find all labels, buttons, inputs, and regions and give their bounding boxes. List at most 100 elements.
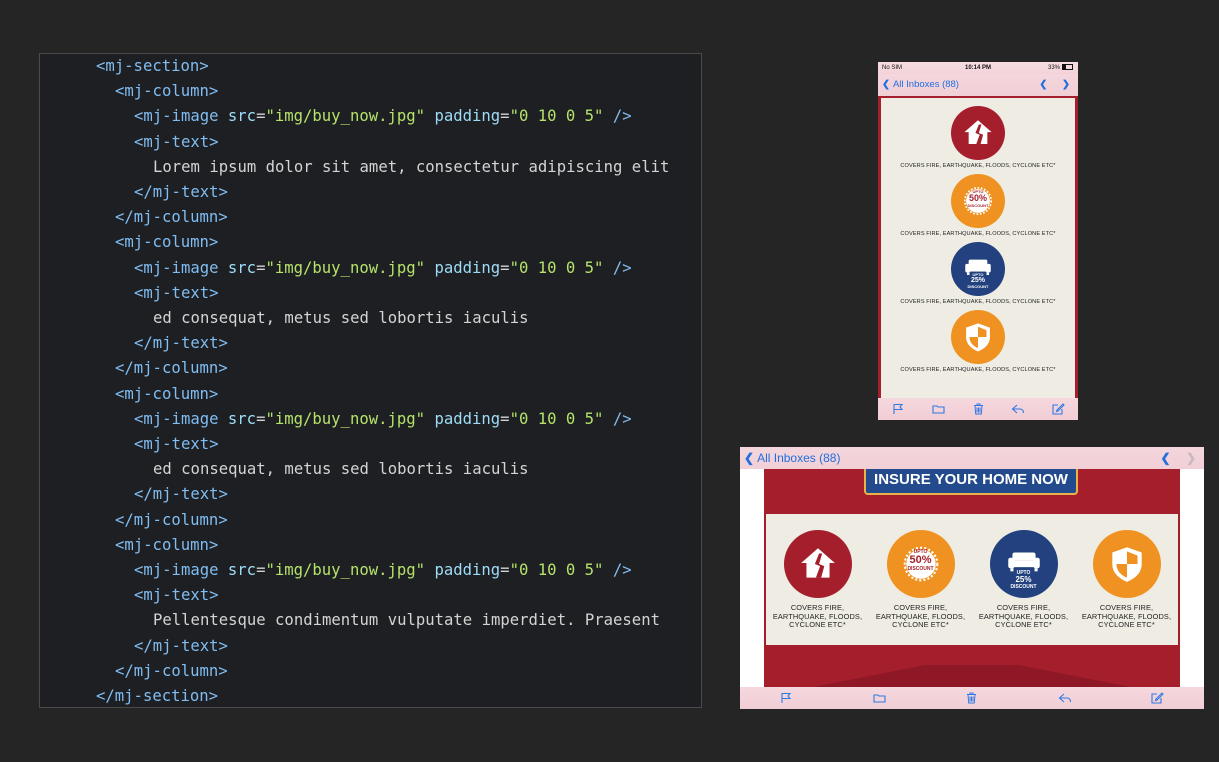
code-tag: <mj-image: [134, 409, 219, 428]
discount-suffix: DISCOUNT: [967, 203, 989, 208]
code-tag: />: [612, 561, 632, 579]
code-attribute: src: [227, 258, 257, 277]
code-string: "0 10 0 5": [509, 409, 604, 428]
shield-icon: [1092, 530, 1161, 598]
flag-icon[interactable]: [891, 402, 905, 416]
code-string: "img/buy_now.jpg": [265, 258, 426, 277]
caption-line: CYCLONE ETC*: [789, 620, 846, 629]
back-to-inboxes-button[interactable]: ❮ All Inboxes (88): [882, 74, 959, 96]
discount-suffix: DISCOUNT: [907, 566, 934, 572]
feature-caption: COVERS FIRE, EARTHQUAKE, FLOODS, CYCLONE…: [900, 367, 1056, 373]
trash-icon[interactable]: [971, 402, 985, 416]
code-line: <mj-text>: [134, 583, 219, 608]
mail-nav-bar: ❮ All Inboxes (88) ❮ ❯: [878, 74, 1078, 96]
code-string: "img/buy_now.jpg": [265, 561, 426, 579]
back-label: All Inboxes (88): [892, 79, 959, 90]
code-equals: =: [500, 561, 510, 579]
code-tag: </mj-text>: [134, 636, 228, 655]
code-tag: <mj-column>: [115, 384, 219, 403]
code-editor[interactable]: <mj-section> <mj-column> <mj-image src = "im…: [39, 53, 702, 708]
feature-item: COVERS FIRE, EARTHQUAKE, FLOODS, CYCLONE E…: [766, 530, 869, 630]
code-string: "0 10 0 5": [509, 107, 604, 126]
folder-icon[interactable]: [931, 402, 945, 416]
code-tag: </mj-text>: [134, 183, 228, 201]
mail-toolbar: [740, 687, 1204, 709]
flag-icon[interactable]: [779, 691, 793, 705]
code-string: "img/buy_now.jpg": [265, 409, 426, 428]
next-message-icon[interactable]: ❯: [1062, 74, 1070, 96]
code-line: </mj-section>: [96, 684, 218, 709]
status-bar: No SIM 10:14 PM 33%: [878, 62, 1078, 74]
email-body: INSURE YOUR HOME NOW COVERS FIRE, EARTHQU…: [764, 469, 1180, 687]
code-line: </mj-text>: [134, 331, 228, 356]
code-line: <mj-column>: [115, 533, 218, 558]
code-line: Lorem ipsum dolor sit amet, consectetur …: [153, 155, 669, 180]
compose-icon[interactable]: [1051, 402, 1065, 416]
back-label: All Inboxes (88): [757, 451, 841, 465]
feature-caption: COVERS FIRE, EARTHQUAKE, FLOODS, CYCLONE E…: [972, 603, 1075, 630]
code-line: <mj-section>: [96, 54, 209, 79]
code-line: </mj-column>: [115, 508, 228, 533]
code-attribute: src: [227, 409, 257, 428]
discount-value: 25%: [970, 277, 985, 284]
code-line: <mj-image src="img/buy_now.jpg" padding=…: [134, 104, 632, 129]
code-line: </mj-text>: [134, 482, 228, 507]
code-tag: <mj-text>: [134, 435, 219, 453]
code-tag: <mj-column>: [115, 233, 219, 252]
discount-value: 50%: [968, 193, 987, 203]
code-tag: />: [612, 409, 632, 428]
discount-suffix: DISCOUNT: [967, 284, 989, 289]
chevron-left-icon: ❮: [744, 451, 755, 465]
code-tag: </mj-column>: [115, 208, 228, 227]
reply-icon[interactable]: [1058, 691, 1072, 705]
code-line: </mj-column>: [115, 659, 228, 684]
reply-icon[interactable]: [1011, 402, 1025, 416]
feature-item: UPTO 50% DISCOUNT COVERS FIRE, EARTHQUAKE, F…: [869, 530, 972, 630]
code-tag: <mj-image: [134, 561, 219, 579]
code-line: <mj-column>: [115, 79, 218, 104]
code-line: ed consequat, metus sed lobortis iaculis: [153, 306, 529, 331]
code-line: <mj-image src="img/buy_now.jpg" padding=…: [134, 407, 632, 432]
code-line: </mj-text>: [134, 180, 228, 205]
house-crack-icon: [951, 106, 1005, 160]
code-attribute: padding: [434, 258, 501, 277]
caption-line: CYCLONE ETC*: [892, 620, 949, 629]
code-text: Lorem ipsum dolor sit amet, consectetur …: [153, 157, 670, 176]
battery-icon: [1062, 64, 1073, 71]
code-line: Pellentesque condimentum vulputate imper…: [153, 608, 660, 633]
mail-toolbar: [878, 398, 1078, 420]
previous-message-icon[interactable]: ❮: [1161, 447, 1171, 469]
feature-item: UPTO 25% DISCOUNT COVERS FIRE, EARTHQUAKE, F…: [972, 530, 1075, 630]
compose-icon[interactable]: [1151, 691, 1165, 705]
folder-icon[interactable]: [872, 691, 886, 705]
feature-caption: COVERS FIRE, EARTHQUAKE, FLOODS, CYCLONE…: [900, 231, 1056, 237]
feature-caption: COVERS FIRE, EARTHQUAKE, FLOODS, CYCLONE E…: [766, 603, 869, 630]
code-line: <mj-text>: [134, 281, 219, 306]
house-crack-icon: [783, 530, 852, 598]
trash-icon[interactable]: [965, 691, 979, 705]
code-tag: </mj-text>: [134, 485, 228, 504]
feature-caption: COVERS FIRE, EARTHQUAKE, FLOODS, CYCLONE E…: [1075, 603, 1178, 630]
code-text: ed consequat, metus sed lobortis iaculis: [153, 460, 529, 479]
back-to-inboxes-button[interactable]: ❮ All Inboxes (88): [744, 447, 840, 469]
next-message-icon[interactable]: ❯: [1186, 447, 1196, 469]
code-line: <mj-image src="img/buy_now.jpg" padding=…: [134, 256, 632, 281]
feature-item: UPTO 25% DISCOUNT COVERS FIRE, EARTHQUAKE, …: [881, 242, 1075, 305]
code-line: <mj-text>: [134, 130, 219, 155]
discount-label: UPTO 25% DISCOUNT: [990, 570, 1058, 590]
discount-label: UPTO 50% DISCOUNT: [951, 189, 1005, 208]
previous-message-icon[interactable]: ❮: [1039, 74, 1047, 96]
code-attribute: src: [227, 107, 257, 126]
phone-portrait-preview: No SIM 10:14 PM 33% ❮ All Inboxes (88) ❮ …: [878, 62, 1078, 420]
feature-item: COVERS FIRE, EARTHQUAKE, FLOODS, CYCLONE…: [881, 310, 1075, 373]
discount-badge-icon: UPTO 50% DISCOUNT: [886, 530, 955, 598]
code-string: "0 10 0 5": [509, 258, 604, 277]
code-line: <mj-image src="img/buy_now.jpg" padding=…: [134, 558, 632, 583]
discount-value: 50%: [909, 554, 932, 566]
